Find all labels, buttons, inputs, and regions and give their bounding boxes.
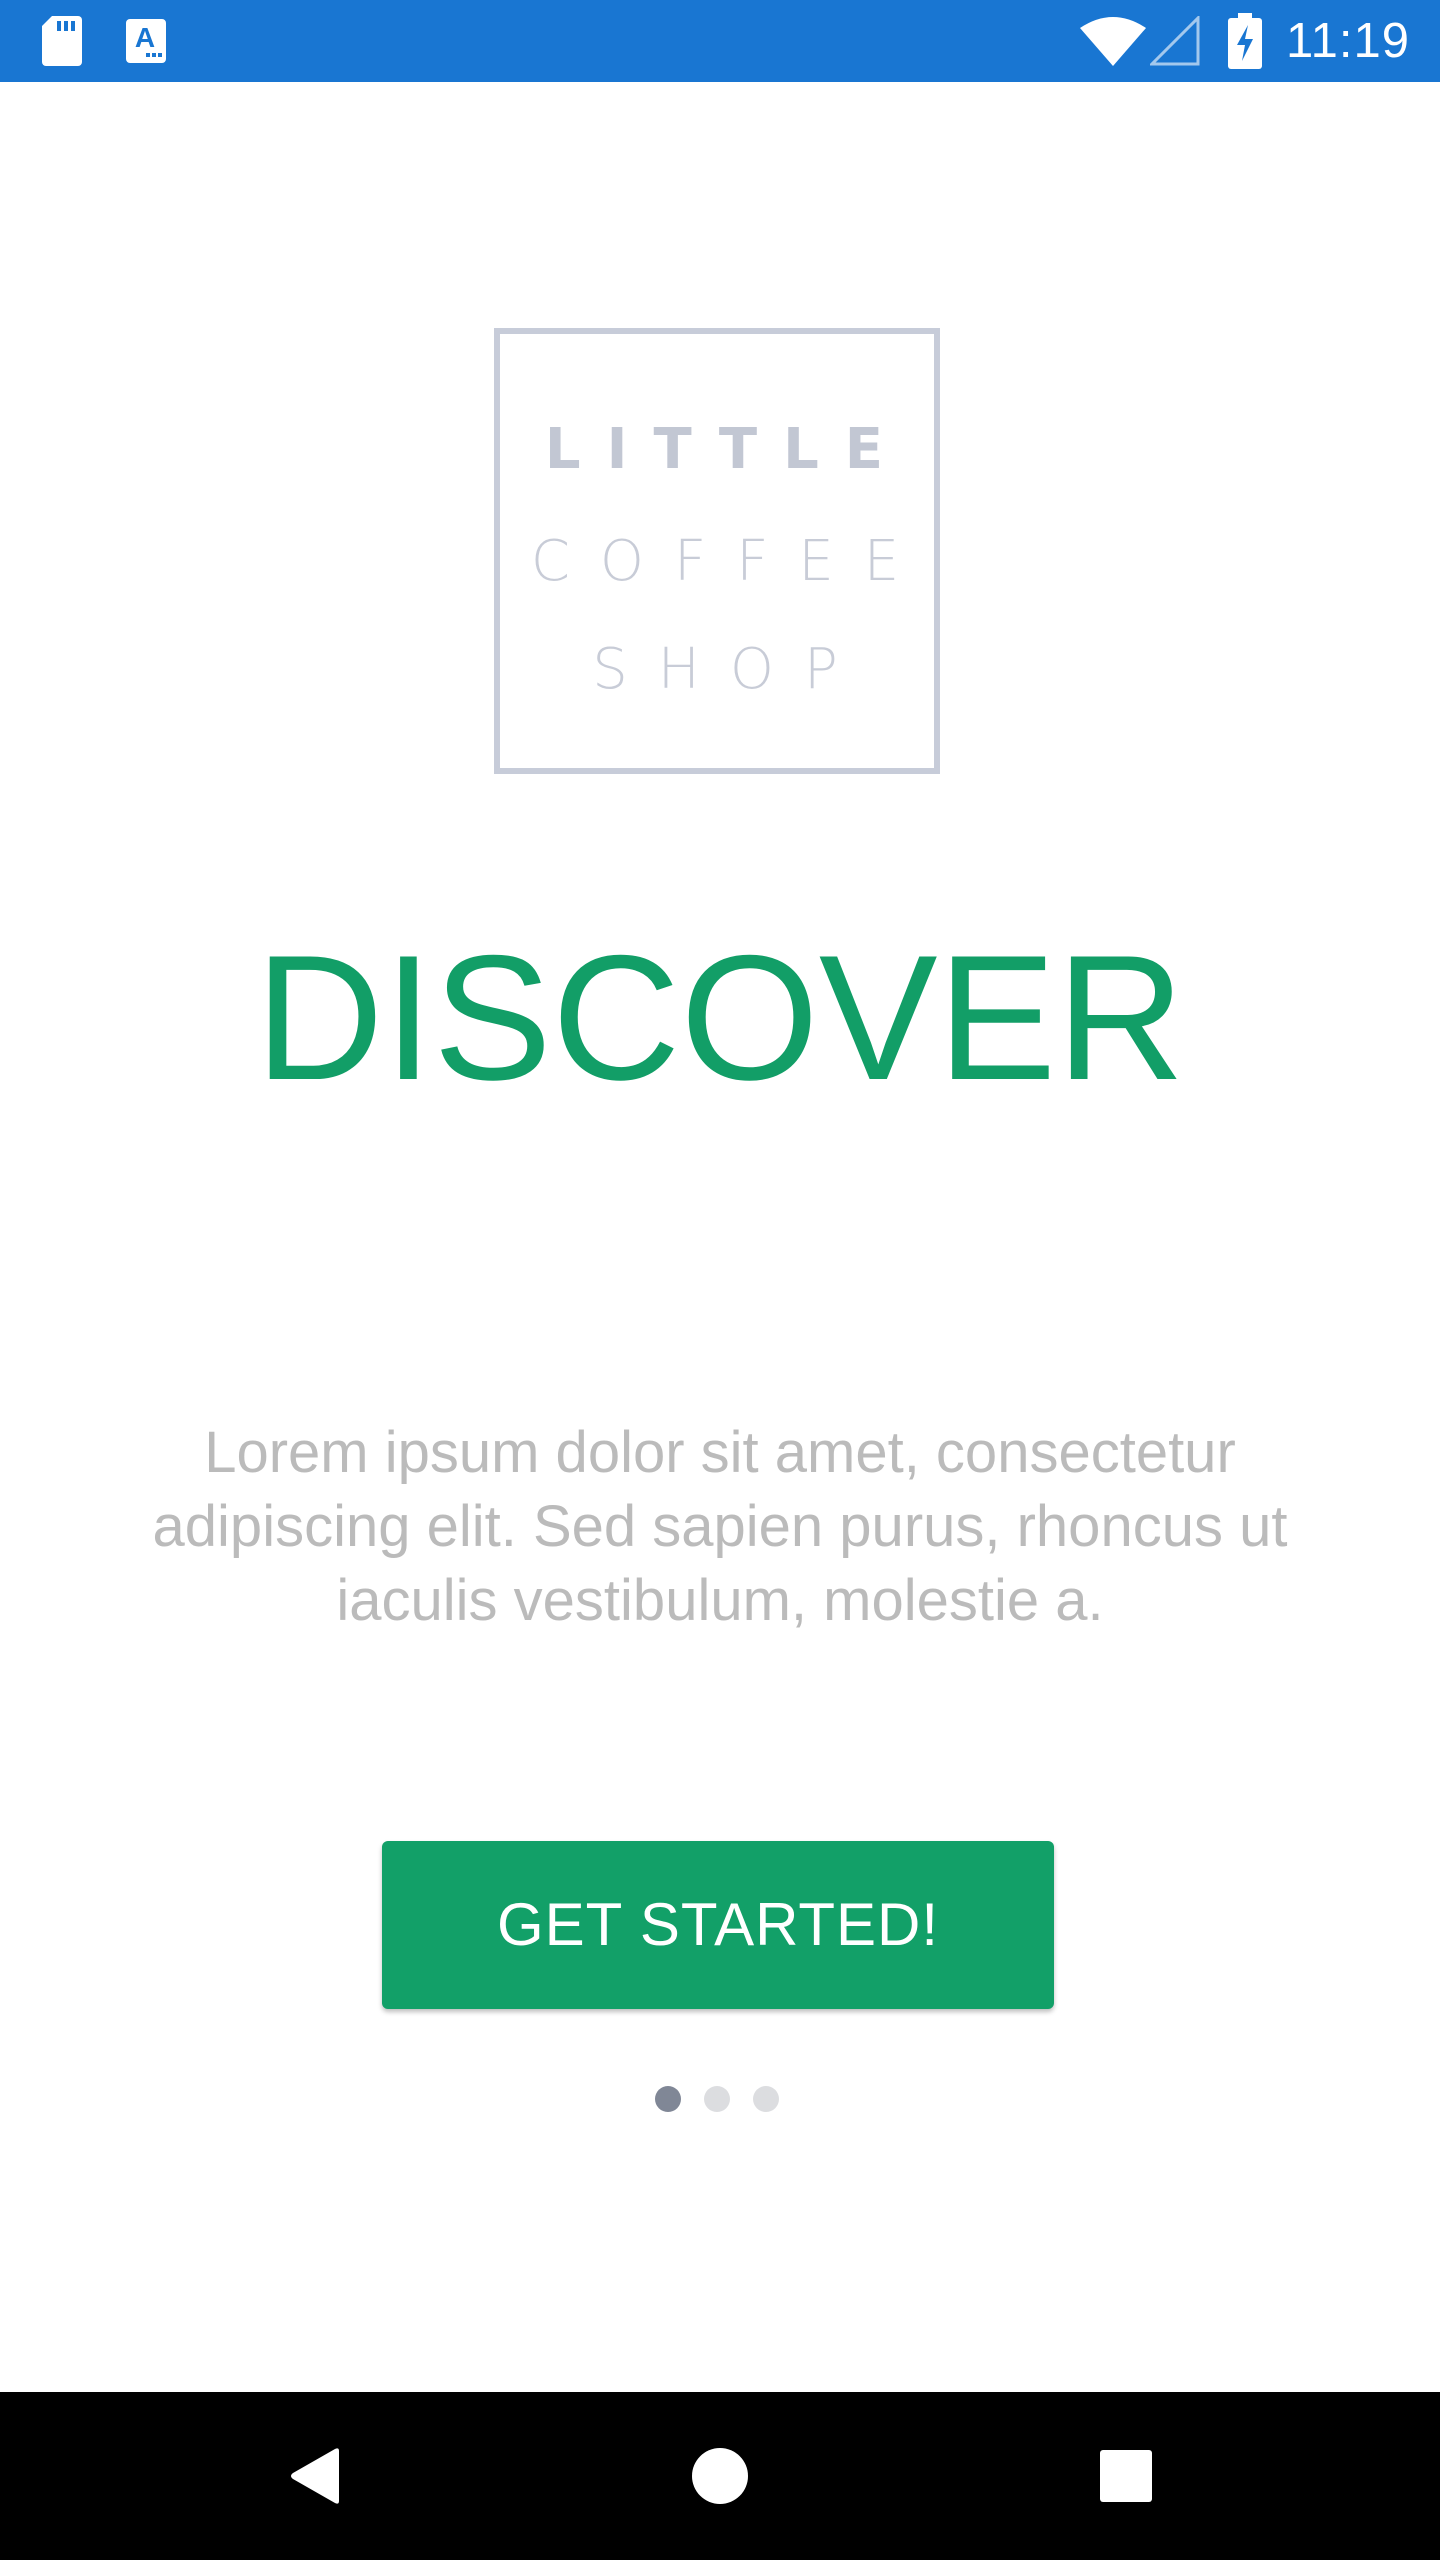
a-text-icon: A: [126, 0, 166, 82]
page-dot-1-active[interactable]: [655, 2086, 681, 2112]
home-icon[interactable]: [650, 2392, 790, 2560]
svg-text:A: A: [135, 22, 155, 53]
logo-line-shop: SHOP: [592, 637, 868, 702]
navigation-bar: [0, 2392, 1440, 2560]
status-time: 11:19: [1286, 14, 1410, 68]
wifi-icon: [1080, 0, 1146, 82]
onboarding-title: DISCOVER: [255, 918, 1185, 1117]
battery-charging-icon: [1228, 0, 1262, 82]
app-logo: LITTLE COFFEE SHOP: [494, 328, 940, 774]
page-indicator: [0, 2086, 1440, 2112]
page-dot-3[interactable]: [753, 2086, 779, 2112]
status-bar: A 11:19: [0, 0, 1440, 82]
logo-line-little: LITTLE: [544, 417, 910, 482]
logo-line-coffee: COFFEE: [530, 529, 930, 594]
get-started-button[interactable]: GET STARTED!: [382, 1841, 1054, 2009]
onboarding-description: Lorem ipsum dolor sit amet, consectetur …: [152, 1420, 1288, 1633]
back-icon[interactable]: [246, 2392, 386, 2560]
recents-icon[interactable]: [1056, 2392, 1196, 2560]
sd-card-icon: [42, 0, 82, 82]
cellular-signal-icon: [1150, 0, 1200, 82]
page-dot-2[interactable]: [704, 2086, 730, 2112]
